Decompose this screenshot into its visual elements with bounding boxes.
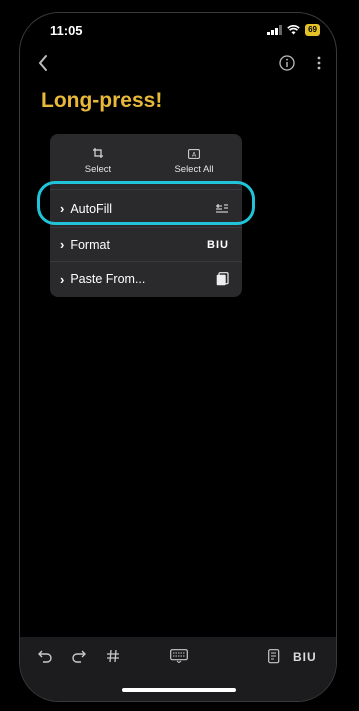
undo-icon[interactable] — [38, 649, 52, 663]
status-bar: 11:05 69 — [20, 13, 336, 47]
menu-item-label: Format — [70, 237, 110, 252]
signal-icon — [267, 25, 283, 35]
home-indicator[interactable] — [122, 688, 236, 692]
back-chevron-icon[interactable] — [36, 53, 50, 73]
paste-icon — [216, 272, 229, 286]
keyboard-icon[interactable] — [170, 649, 188, 663]
menu-item-label: Paste From... — [70, 272, 146, 286]
select-label: Select — [84, 164, 112, 175]
phone-screen: 11:05 69 Long-press! Select A Select All… — [19, 12, 337, 702]
note-style-icon[interactable] — [268, 649, 281, 664]
status-time: 11:05 — [50, 23, 83, 38]
wifi-icon — [287, 25, 300, 35]
hashtag-icon[interactable] — [106, 649, 120, 663]
info-icon[interactable] — [279, 55, 295, 71]
more-options-icon[interactable] — [316, 55, 322, 71]
select-all-label: Select All — [174, 163, 214, 175]
crop-select-icon — [92, 148, 103, 158]
menu-item-paste-from[interactable]: › Paste From... — [50, 262, 242, 296]
nav-bar — [20, 53, 336, 77]
note-title[interactable]: Long-press! — [41, 89, 162, 113]
redo-icon[interactable] — [72, 649, 86, 663]
status-icons: 69 — [267, 24, 320, 36]
format-biu-button[interactable]: BIU — [293, 650, 317, 664]
autofill-highlight-outline — [37, 181, 255, 225]
svg-text:A: A — [192, 151, 197, 158]
bottom-toolbar: BIU — [20, 637, 336, 701]
chevron-right-icon: › — [60, 271, 65, 287]
battery-indicator: 69 — [305, 24, 320, 36]
menu-item-format[interactable]: › Format BIU — [50, 228, 242, 262]
chevron-right-icon: › — [60, 237, 65, 252]
select-all-icon: A — [188, 148, 200, 159]
bold-italic-underline-icon: BIU — [207, 238, 229, 251]
